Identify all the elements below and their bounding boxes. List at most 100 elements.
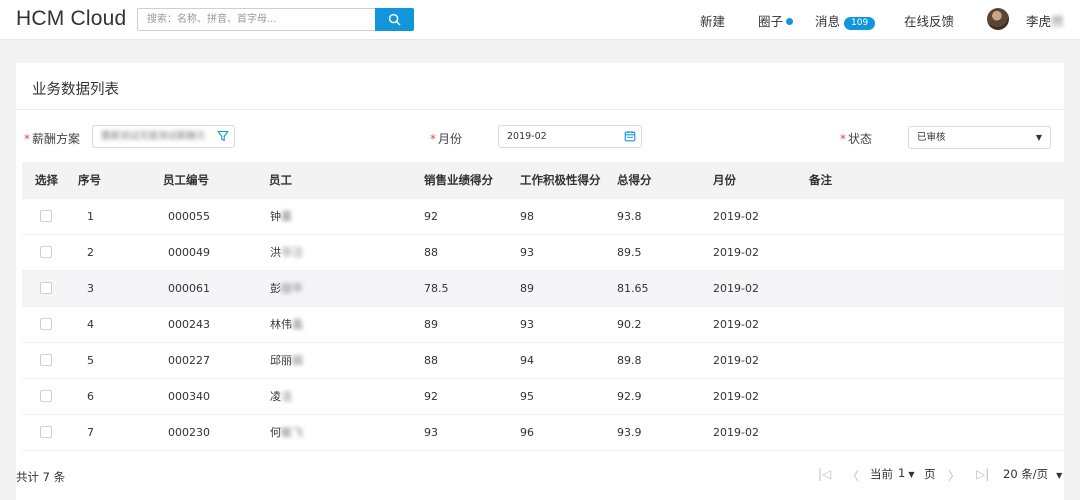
cell-sales-score: 78.5 (424, 282, 449, 295)
cell-effort-score: 93 (520, 318, 534, 331)
prev-page-icon[interactable]: 〈 (847, 467, 859, 484)
employee-name: 林伟 (270, 318, 292, 331)
cell-effort-score: 93 (520, 246, 534, 259)
cell-sales-score: 88 (424, 246, 438, 259)
chevron-down-icon: ▼ (908, 470, 915, 479)
title-divider (16, 109, 1064, 110)
col-effort-score: 工作积极性得分 (520, 173, 601, 187)
cell-sales-score: 88 (424, 354, 438, 367)
search-icon (388, 13, 401, 26)
plan-value: 蕙薪测试月度测试薪酬方 (101, 131, 206, 142)
cell-month: 2019-02 (713, 246, 759, 259)
user-name-visible: 李虎 (1026, 14, 1052, 29)
search-input[interactable] (138, 9, 376, 30)
filter-icon[interactable] (217, 130, 229, 142)
cell-month: 2019-02 (713, 426, 759, 439)
cell-total-score: 93.9 (617, 426, 642, 439)
total-count: 共计 7 条 (16, 470, 66, 484)
cell-emp-no: 000243 (168, 318, 210, 331)
page-number-select[interactable]: 1 ▼ (898, 466, 914, 480)
row-checkbox[interactable] (40, 354, 52, 366)
col-month: 月份 (713, 173, 736, 187)
search-button[interactable] (375, 8, 414, 31)
table-row[interactable]: 1 000055 钟薰 92 98 93.8 2019-02 (22, 199, 1064, 235)
cell-emp-no: 000055 (168, 210, 210, 223)
plan-label-text: 薪酬方案 (32, 132, 81, 146)
cell-month: 2019-02 (713, 354, 759, 367)
cell-emp-no: 000227 (168, 354, 210, 367)
nav-messages[interactable]: 消息 109 (815, 11, 876, 30)
cell-month: 2019-02 (713, 318, 759, 331)
month-value: 2019-02 (507, 131, 547, 142)
nav-feedback[interactable]: 在线反馈 (904, 11, 954, 30)
row-checkbox[interactable] (40, 390, 52, 402)
cell-effort-score: 95 (520, 390, 534, 403)
user-name-blurred: 然 (1051, 14, 1064, 29)
messages-count-badge: 109 (844, 17, 876, 30)
cell-emp-no: 000049 (168, 246, 210, 259)
employee-name: 洪 (270, 246, 281, 259)
table-row[interactable]: 3 000061 彭丽平 78.5 89 81.65 2019-02 (22, 271, 1064, 307)
page-size-select[interactable]: 20 条/页 ▼ (1003, 466, 1062, 482)
row-checkbox[interactable] (40, 246, 52, 258)
table-row[interactable]: 6 000340 凌洁 92 95 92.9 2019-02 (22, 379, 1064, 415)
cell-month: 2019-02 (713, 210, 759, 223)
next-page-icon[interactable]: 〉 (948, 467, 960, 484)
cell-emp-no: 000340 (168, 390, 210, 403)
cell-seq: 6 (87, 390, 94, 403)
table-row[interactable]: 5 000227 邱丽娟 88 94 89.8 2019-02 (22, 343, 1064, 379)
required-mark: * (430, 132, 436, 146)
app-logo[interactable]: HCM Cloud (16, 7, 126, 31)
table-row[interactable]: 4 000243 林伟鑫 89 93 90.2 2019-02 (22, 307, 1064, 343)
cell-employee: 凌洁 (270, 379, 292, 415)
page-title: 业务数据列表 (32, 82, 119, 98)
table-header: 选择 序号 员工编号 员工 销售业绩得分 工作积极性得分 总得分 月份 备注 (22, 162, 1064, 199)
nav-new[interactable]: 新建 (700, 11, 725, 30)
cell-emp-no: 000061 (168, 282, 210, 295)
row-checkbox[interactable] (40, 210, 52, 222)
cell-seq: 3 (87, 282, 94, 295)
plan-select[interactable]: 蕙薪测试月度测试薪酬方 (92, 125, 235, 148)
employee-name-blurred: 洁 (281, 390, 292, 403)
month-picker[interactable]: 2019-02 (498, 125, 642, 148)
current-page-label: 当前 (870, 467, 893, 481)
table-row[interactable]: 2 000049 洪华汪 88 93 89.5 2019-02 (22, 235, 1064, 271)
cell-month: 2019-02 (713, 390, 759, 403)
col-note: 备注 (809, 173, 832, 187)
status-select[interactable]: 已审核 ▼ (908, 126, 1051, 149)
row-checkbox[interactable] (40, 426, 52, 438)
status-label-text: 状态 (848, 132, 873, 146)
plan-label: * 薪酬方案 (24, 130, 80, 147)
col-select: 选择 (35, 173, 58, 187)
cell-employee: 钟薰 (270, 199, 292, 235)
employee-name-blurred: 鑫 (292, 318, 303, 331)
calendar-icon[interactable] (624, 130, 636, 142)
current-page-value: 1 (898, 466, 906, 480)
cell-sales-score: 92 (424, 390, 438, 403)
table-row[interactable]: 7 000230 何敏飞 93 96 93.9 2019-02 (22, 415, 1064, 451)
last-page-icon[interactable]: ▷| (976, 467, 989, 481)
row-checkbox[interactable] (40, 318, 52, 330)
col-total-score: 总得分 (617, 173, 652, 187)
col-sales-score: 销售业绩得分 (424, 173, 493, 187)
employee-name-blurred: 娟 (292, 354, 303, 367)
cell-total-score: 81.65 (617, 282, 649, 295)
row-checkbox[interactable] (40, 282, 52, 294)
cell-total-score: 93.8 (617, 210, 642, 223)
cell-sales-score: 93 (424, 426, 438, 439)
cell-seq: 4 (87, 318, 94, 331)
col-emp-no: 员工编号 (163, 173, 209, 187)
col-seq: 序号 (78, 173, 101, 187)
avatar[interactable] (987, 8, 1009, 30)
employee-name: 凌 (270, 390, 281, 403)
page-size-value: 20 条/页 (1003, 467, 1049, 481)
employee-name: 邱丽 (270, 354, 292, 367)
first-page-icon[interactable]: |◁ (818, 467, 831, 481)
cell-seq: 7 (87, 426, 94, 439)
nav-circle[interactable]: 圈子 (758, 11, 794, 30)
page-unit-label: 页 (924, 467, 936, 481)
cell-total-score: 90.2 (617, 318, 642, 331)
user-name[interactable]: 李虎然 (1026, 11, 1064, 30)
cell-sales-score: 92 (424, 210, 438, 223)
cell-emp-no: 000230 (168, 426, 210, 439)
